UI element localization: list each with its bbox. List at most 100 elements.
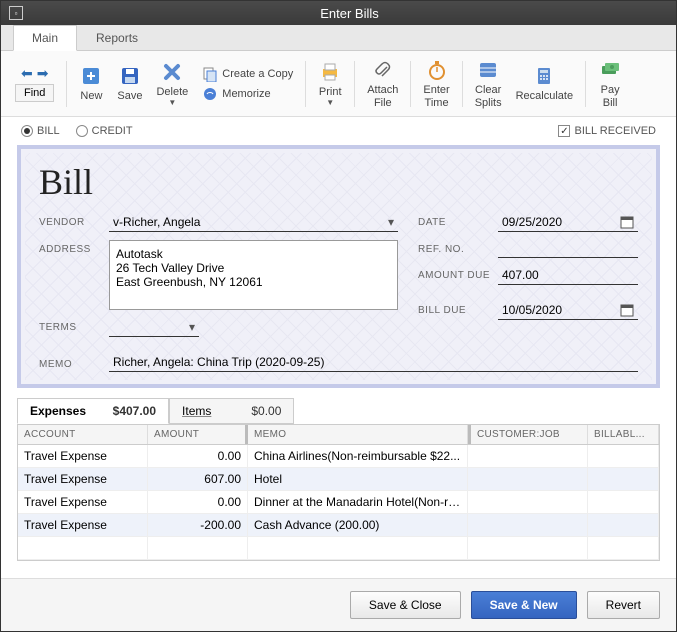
memo-label: MEMO [39, 355, 109, 370]
window-control-icon[interactable]: ▫ [9, 6, 23, 20]
col-billable-header[interactable]: BILLABL... [588, 425, 659, 444]
cell-billable[interactable] [588, 468, 659, 490]
new-icon [79, 64, 103, 88]
delete-button[interactable]: Delete ▼ [150, 58, 194, 109]
cell-customer[interactable] [468, 491, 588, 513]
toolbar: ⬅ ➡ Find New Save Delete ▼ Create a Copy [1, 51, 676, 117]
cell-amount[interactable]: -200.00 [148, 514, 248, 536]
copy-icon [202, 66, 218, 82]
window-title: Enter Bills [31, 6, 668, 21]
address-label: ADDRESS [39, 240, 109, 255]
cell-memo[interactable]: Hotel [248, 468, 468, 490]
table-row[interactable]: Travel Expense0.00China Airlines(Non-rei… [18, 445, 659, 468]
amountdue-label: AMOUNT DUE [418, 266, 498, 281]
cell-memo[interactable]: China Airlines(Non-reimbursable $22... [248, 445, 468, 467]
calendar-icon[interactable] [620, 303, 634, 317]
print-icon [318, 60, 342, 84]
bill-received-checkbox[interactable]: ✓ BILL RECEIVED [558, 125, 656, 137]
create-copy-button[interactable]: Create a Copy [202, 66, 293, 82]
cell-billable[interactable] [588, 445, 659, 467]
revert-button[interactable]: Revert [587, 591, 660, 619]
address-textarea[interactable]: Autotask 26 Tech Valley Drive East Green… [109, 240, 398, 310]
titlebar: ▫ Enter Bills [1, 1, 676, 25]
save-icon [118, 64, 142, 88]
col-customer-header[interactable]: CUSTOMER:JOB [468, 425, 588, 444]
col-memo-header[interactable]: MEMO [248, 425, 468, 444]
radio-icon [76, 125, 88, 137]
save-new-button[interactable]: Save & New [471, 591, 577, 619]
refno-field[interactable] [498, 240, 638, 258]
bill-radio[interactable]: BILL [21, 125, 60, 137]
subtab-items[interactable]: Items $0.00 [169, 398, 294, 424]
delete-icon [160, 60, 184, 84]
cell-customer[interactable] [468, 468, 588, 490]
save-close-button[interactable]: Save & Close [350, 591, 461, 619]
col-amount-header[interactable]: AMOUNT [148, 425, 248, 444]
save-button[interactable]: Save [111, 62, 148, 104]
refno-label: REF. NO. [418, 240, 498, 255]
table-row[interactable]: Travel Expense0.00Dinner at the Manadari… [18, 491, 659, 514]
options-row: BILL CREDIT ✓ BILL RECEIVED [1, 117, 676, 145]
vendor-dropdown[interactable]: v-Richer, Angela [109, 213, 398, 232]
billdue-field[interactable]: 10/05/2020 [498, 301, 638, 320]
cell-account[interactable]: Travel Expense [18, 445, 148, 467]
attach-file-button[interactable]: Attach File [361, 56, 404, 110]
cell-billable[interactable] [588, 491, 659, 513]
clear-splits-button[interactable]: Clear Splits [469, 56, 508, 110]
nav-group: ⬅ ➡ Find [9, 63, 60, 104]
clear-splits-icon [476, 58, 500, 82]
cell-customer[interactable] [468, 514, 588, 536]
tab-reports[interactable]: Reports [77, 25, 157, 50]
bill-heading: Bill [39, 161, 638, 203]
terms-dropdown[interactable] [109, 318, 199, 337]
col-account-header[interactable]: ACCOUNT [18, 425, 148, 444]
detail-subtabs: Expenses $407.00 Items $0.00 [17, 398, 660, 424]
date-field[interactable]: 09/25/2020 [498, 213, 638, 232]
main-tabstrip: Main Reports [1, 25, 676, 51]
paperclip-icon [371, 58, 395, 82]
grid-header: ACCOUNT AMOUNT MEMO CUSTOMER:JOB BILLABL… [18, 425, 659, 445]
bill-panel: Bill VENDOR v-Richer, Angela ADDRESS Aut… [17, 145, 660, 388]
pay-bill-icon [598, 58, 622, 82]
cell-account[interactable]: Travel Expense [18, 468, 148, 490]
copy-memorize-group: Create a Copy Memorize [196, 64, 299, 104]
calculator-icon [532, 64, 556, 88]
new-button[interactable]: New [73, 62, 109, 104]
amountdue-field[interactable]: 407.00 [498, 266, 638, 285]
cell-memo[interactable]: Dinner at the Manadarin Hotel(Non-rei... [248, 491, 468, 513]
expenses-grid: ACCOUNT AMOUNT MEMO CUSTOMER:JOB BILLABL… [17, 424, 660, 561]
radio-icon [21, 125, 33, 137]
next-arrow-icon[interactable]: ➡ [37, 65, 49, 82]
table-row-empty[interactable] [18, 537, 659, 560]
memo-field[interactable]: Richer, Angela: China Trip (2020-09-25) [109, 353, 638, 372]
cell-amount[interactable]: 607.00 [148, 468, 248, 490]
cell-customer[interactable] [468, 445, 588, 467]
pay-bill-button[interactable]: Pay Bill [592, 56, 628, 110]
prev-arrow-icon[interactable]: ⬅ [21, 65, 33, 82]
calendar-icon[interactable] [620, 215, 634, 229]
checkbox-icon: ✓ [558, 125, 570, 137]
cell-account[interactable]: Travel Expense [18, 491, 148, 513]
subtab-expenses[interactable]: Expenses $407.00 [17, 398, 169, 424]
tab-main[interactable]: Main [13, 25, 77, 51]
billdue-label: BILL DUE [418, 301, 498, 316]
cell-amount[interactable]: 0.00 [148, 491, 248, 513]
find-button[interactable]: Find [15, 84, 54, 102]
enter-bills-window: ▫ Enter Bills Main Reports ⬅ ➡ Find New … [0, 0, 677, 632]
memorize-icon [202, 86, 218, 102]
cell-amount[interactable]: 0.00 [148, 445, 248, 467]
table-row[interactable]: Travel Expense607.00Hotel [18, 468, 659, 491]
cell-billable[interactable] [588, 514, 659, 536]
memorize-button[interactable]: Memorize [202, 86, 293, 102]
table-row[interactable]: Travel Expense-200.00Cash Advance (200.0… [18, 514, 659, 537]
cell-account[interactable]: Travel Expense [18, 514, 148, 536]
cell-memo[interactable]: Cash Advance (200.00) [248, 514, 468, 536]
stopwatch-icon [425, 58, 449, 82]
vendor-label: VENDOR [39, 213, 109, 228]
date-label: DATE [418, 213, 498, 228]
footer: Save & Close Save & New Revert [1, 578, 676, 631]
enter-time-button[interactable]: Enter Time [417, 56, 455, 110]
recalculate-button[interactable]: Recalculate [510, 62, 579, 104]
print-button[interactable]: Print ▼ [312, 58, 348, 109]
credit-radio[interactable]: CREDIT [76, 125, 133, 137]
